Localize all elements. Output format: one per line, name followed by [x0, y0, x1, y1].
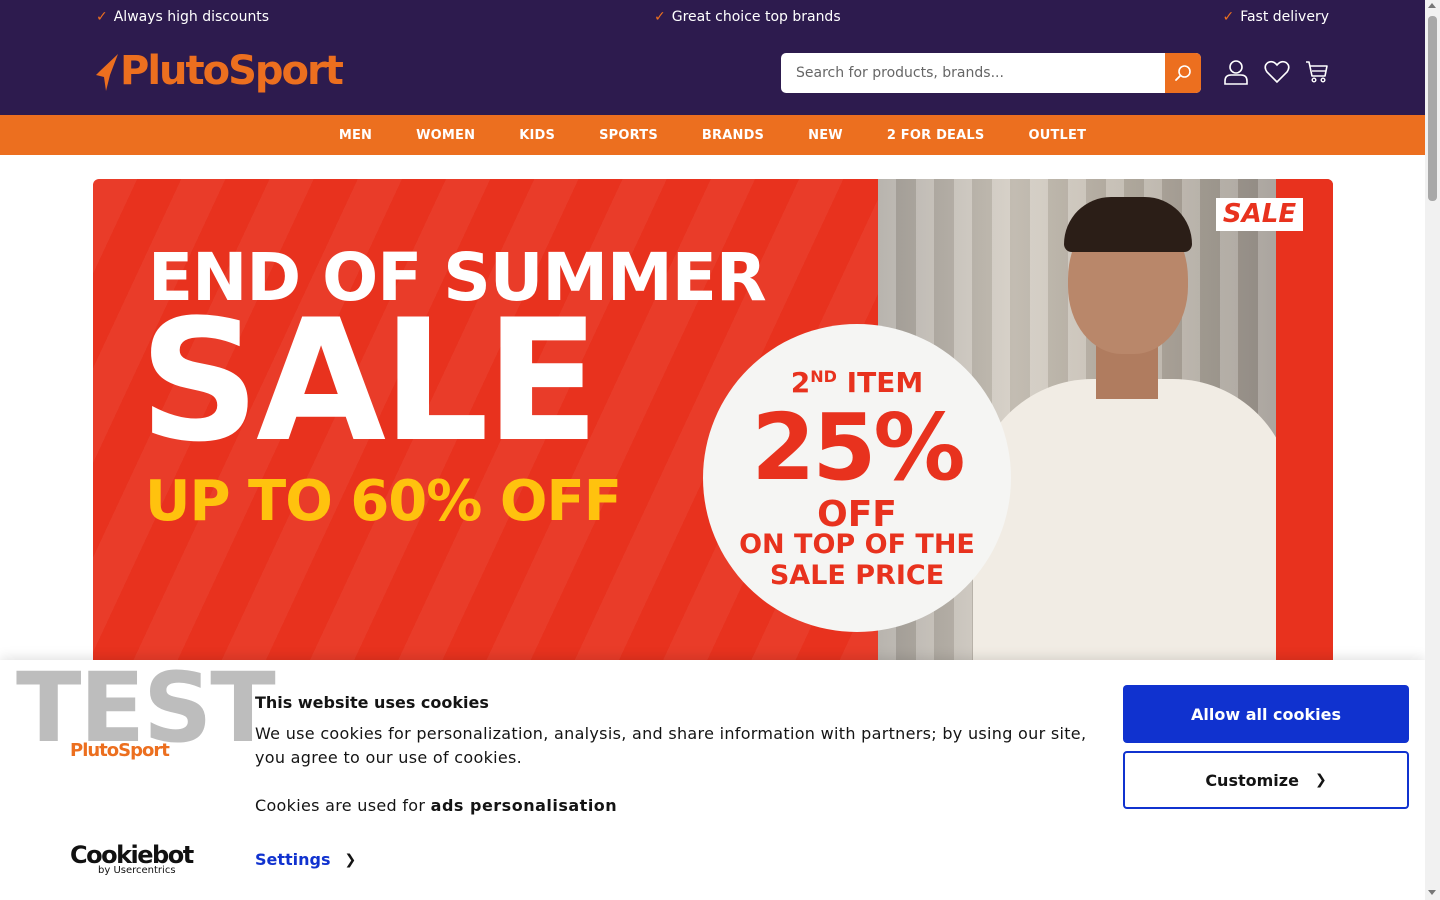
check-icon: ✓	[96, 9, 108, 25]
user-icon	[1224, 60, 1248, 85]
cookie-purpose: Cookies are used for ads personalisation	[255, 796, 618, 815]
hero-banner[interactable]: SALE END OF SUMMER SALE UP TO 60% OFF 2N…	[93, 179, 1333, 669]
search-icon	[1175, 65, 1191, 81]
nav-item-brands[interactable]: BRANDS	[702, 128, 764, 143]
usp-item: ✓ Always high discounts	[96, 9, 270, 25]
nav-item-2-for-deals[interactable]: 2 FOR DEALS	[887, 128, 985, 143]
cookie-banner: TEST PlutoSport Cookiebot by Usercentric…	[0, 652, 1425, 900]
check-icon: ✓	[654, 9, 666, 25]
cart-button[interactable]	[1303, 58, 1331, 86]
cookie-settings-link[interactable]: Settings ❯	[255, 850, 356, 869]
cookiebot-logo[interactable]: Cookiebot by Usercentrics	[70, 842, 194, 876]
cart-icon	[1306, 61, 1328, 83]
customize-cookies-button[interactable]: Customize ❯	[1123, 751, 1409, 809]
nav-item-women[interactable]: WOMEN	[416, 128, 475, 143]
site-header: ✓ Always high discounts ✓ Great choice top…	[0, 0, 1425, 115]
sale-tag: SALE	[1216, 198, 1303, 231]
promo-percent: 25%	[751, 394, 965, 501]
chevron-right-icon: ❯	[1314, 772, 1327, 788]
account-button[interactable]	[1222, 58, 1250, 86]
scroll-up-arrow-icon[interactable]	[1428, 3, 1436, 8]
nav-item-kids[interactable]: KIDS	[519, 128, 555, 143]
page-scrollbar[interactable]	[1425, 0, 1440, 900]
logo-star-icon	[96, 54, 118, 91]
promo-circle: 2ND ITEM 25% OFF ON TOP OF THE SALE PRIC…	[703, 324, 1011, 632]
nav-item-sports[interactable]: SPORTS	[599, 128, 658, 143]
usp-item: ✓ Great choice top brands	[654, 9, 841, 25]
search-bar	[781, 53, 1201, 93]
banner-sale-title: SALE	[139, 283, 600, 479]
cookie-description: We use cookies for personalization, anal…	[255, 724, 1087, 767]
usp-item: ✓ Fast delivery	[1222, 9, 1329, 25]
allow-all-cookies-button[interactable]: Allow all cookies	[1123, 685, 1409, 743]
promo-line: SALE PRICE	[769, 560, 945, 591]
heart-icon	[1264, 60, 1290, 84]
main-nav: MEN WOMEN KIDS SPORTS BRANDS NEW 2 FOR D…	[0, 115, 1425, 155]
search-input[interactable]	[781, 53, 1165, 93]
cookie-title: This website uses cookies	[255, 693, 489, 712]
check-icon: ✓	[1222, 9, 1235, 25]
promo-line: ON TOP OF THE	[739, 529, 975, 560]
nav-item-men[interactable]: MEN	[339, 128, 372, 143]
banner-discount: UP TO 60% OFF	[145, 469, 622, 534]
chevron-right-icon: ❯	[344, 851, 357, 868]
cookie-brand-logo: PlutoSport	[70, 740, 170, 761]
wishlist-button[interactable]	[1263, 58, 1291, 86]
scroll-down-arrow-icon[interactable]	[1428, 890, 1436, 895]
search-button[interactable]	[1165, 53, 1201, 93]
nav-item-new[interactable]: NEW	[808, 128, 843, 143]
scrollbar-thumb[interactable]	[1428, 16, 1437, 201]
nav-item-outlet[interactable]: OUTLET	[1028, 128, 1086, 143]
site-logo[interactable]: PlutoSport	[96, 45, 344, 97]
